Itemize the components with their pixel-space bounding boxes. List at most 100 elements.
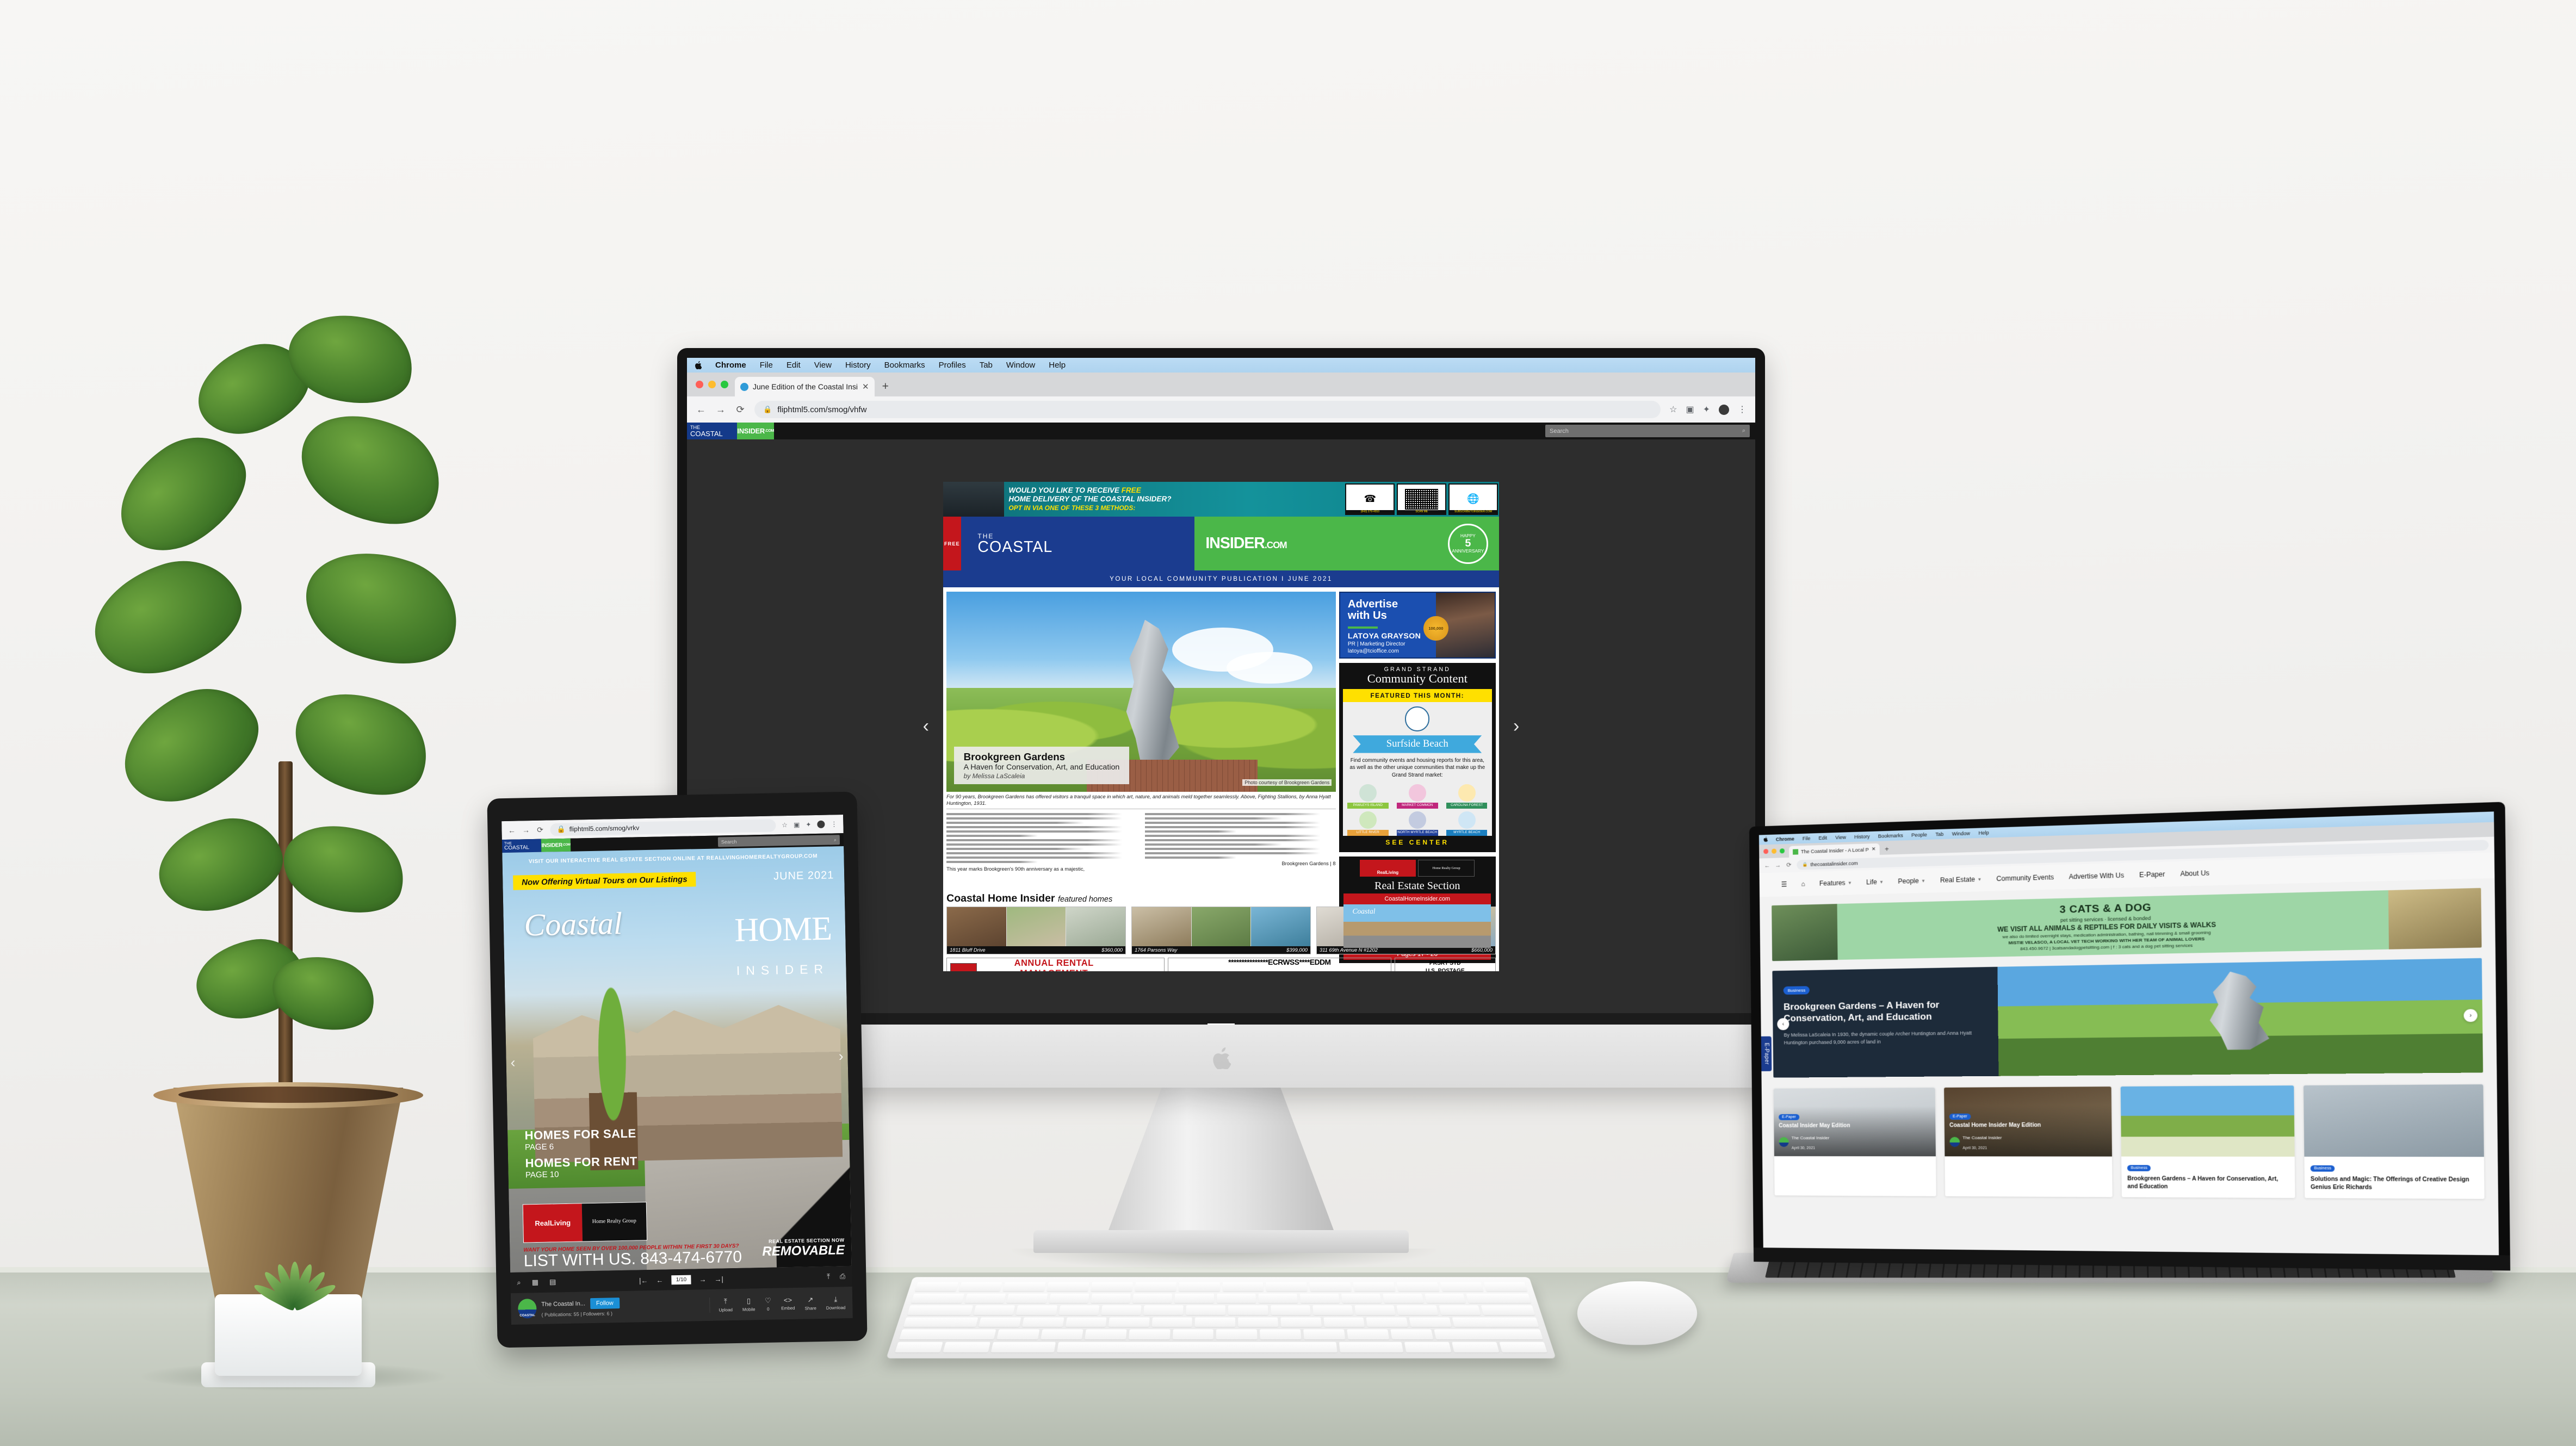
menu-item-chrome[interactable]: Chrome	[1776, 836, 1794, 842]
share-icon[interactable]: ⤒	[827, 1273, 830, 1281]
arrow-right-icon[interactable]: →	[1775, 862, 1781, 868]
card-category[interactable]: Business	[2310, 1165, 2335, 1172]
apple-icon[interactable]	[695, 361, 702, 370]
nav-item-advertise-with-us[interactable]: Advertise With Us	[2069, 871, 2125, 880]
menu-item-bookmarks[interactable]: Bookmarks	[884, 361, 925, 370]
prev-page-icon[interactable]: ←	[656, 1276, 663, 1284]
nav-item-about-us[interactable]: About Us	[2180, 869, 2209, 878]
search-icon[interactable]: ⌕	[1742, 427, 1745, 435]
print-icon[interactable]: ⎙	[840, 1272, 846, 1281]
arrow-left-icon[interactable]: ←	[696, 404, 707, 415]
close-icon[interactable]: ✕	[1872, 846, 1876, 852]
avatar-icon[interactable]	[1719, 404, 1729, 415]
star-icon[interactable]: ☆	[782, 821, 788, 829]
menu-item-view[interactable]: View	[814, 361, 832, 370]
menu-item-people[interactable]: People	[1911, 832, 1927, 838]
search-icon[interactable]: ⌕	[834, 837, 837, 843]
next-page-arrow[interactable]: ›	[1499, 716, 1533, 737]
pet-sitting-banner-ad[interactable]: 3 CATS & A DOG pet sitting services · li…	[1772, 888, 2482, 961]
thumbnails-icon[interactable]: ▦	[532, 1278, 539, 1287]
window-controls[interactable]	[695, 373, 735, 396]
community-tag-item[interactable]: MYRTLE BEACH	[1446, 811, 1488, 836]
upload-action[interactable]: ⤒ Upload	[719, 1297, 733, 1312]
hamburger-icon[interactable]: ☰	[1781, 880, 1787, 888]
first-page-icon[interactable]: |←	[639, 1276, 648, 1284]
camera-icon[interactable]: ▣	[1686, 404, 1694, 415]
reload-icon[interactable]: ⟳	[536, 825, 544, 834]
star-icon[interactable]: ☆	[1669, 404, 1677, 415]
minimize-window-button[interactable]	[708, 381, 716, 388]
menu-item-file[interactable]: File	[760, 361, 773, 370]
search-input[interactable]: Search ⌕	[1545, 425, 1750, 437]
coastal-insider-logo[interactable]: THE COASTAL INSIDER .COM	[687, 423, 774, 439]
puzzle-icon[interactable]: ✦	[1703, 404, 1710, 415]
arrow-left-icon[interactable]: ←	[1764, 862, 1770, 868]
tablet-next-arrow[interactable]: ›	[839, 1048, 844, 1065]
close-window-button[interactable]	[1763, 849, 1769, 854]
account-avatar[interactable]: COASTAL	[518, 1299, 537, 1319]
browser-tab[interactable]: June Edition of the Coastal Insi ✕	[735, 377, 875, 396]
tablet-address-bar[interactable]: 🔒 fliphtml5.com/smog/vrkv	[550, 818, 776, 836]
menu-item-help[interactable]: Help	[1049, 361, 1066, 370]
community-tag-item[interactable]: CAROLINA FOREST	[1446, 784, 1488, 809]
menu-item-help[interactable]: Help	[1978, 830, 1989, 836]
community-tag-item[interactable]: LITTLE RIVER	[1347, 811, 1389, 836]
arrow-right-icon[interactable]: →	[715, 404, 726, 415]
community-tag-item[interactable]: MARKET COMMON	[1397, 784, 1438, 809]
menu-item-edit[interactable]: Edit	[1818, 835, 1827, 841]
avatar-icon[interactable]	[817, 820, 825, 828]
kebab-menu-icon[interactable]: ⋮	[831, 820, 837, 828]
real-estate-section-ad[interactable]: RealLiving Home Realty Group Real Estate…	[1339, 857, 1496, 963]
like-action[interactable]: ♡ 0	[765, 1296, 771, 1312]
menu-item-edit[interactable]: Edit	[787, 361, 801, 370]
plus-icon[interactable]: +	[1880, 845, 1894, 855]
coastal-insider-logo[interactable]: THE COASTAL INSIDER .COM	[501, 838, 571, 853]
featured-home-card[interactable]: 1764 Parsons Way $399,000	[1131, 906, 1311, 954]
address-bar[interactable]: 🔒 fliphtml5.com/smog/vhfw	[754, 401, 1661, 418]
close-window-button[interactable]	[696, 381, 703, 388]
menu-item-file[interactable]: File	[1803, 836, 1811, 842]
reload-icon[interactable]: ⟳	[735, 404, 746, 415]
share-action[interactable]: ↗ Share	[804, 1295, 816, 1311]
menu-item-history[interactable]: History	[1854, 834, 1870, 840]
epaper-card[interactable]: E-Paper Coastal Insider May Edition The …	[1773, 1087, 1936, 1196]
kebab-menu-icon[interactable]: ⋮	[1738, 404, 1747, 415]
menu-item-history[interactable]: History	[845, 361, 871, 370]
prev-page-arrow[interactable]: ‹	[909, 716, 943, 737]
menu-item-bookmarks[interactable]: Bookmarks	[1878, 833, 1903, 839]
rental-management-ad[interactable]: RealLiving Home Realty Group ANNUAL RENT…	[946, 958, 1165, 971]
chevron-left-icon[interactable]: ‹	[1777, 1018, 1789, 1031]
mobile-action[interactable]: ▯ Mobile	[742, 1296, 756, 1312]
community-tag-item[interactable]: PAWLEYS ISLAND	[1347, 784, 1389, 809]
tablet-prev-arrow[interactable]: ‹	[510, 1054, 515, 1071]
article-card[interactable]: Business Solutions and Magic: The Offeri…	[2303, 1084, 2485, 1199]
bookmark-icon[interactable]: ▤	[549, 1277, 556, 1286]
close-icon[interactable]: ✕	[862, 382, 869, 392]
featured-home-card[interactable]: 1811 Bluff Drive $360,000	[946, 906, 1126, 954]
zoom-icon[interactable]: ⌕	[517, 1279, 521, 1287]
menu-item-window[interactable]: Window	[1006, 361, 1035, 370]
nav-item-life[interactable]: Life ▼	[1866, 878, 1884, 886]
minimize-window-button[interactable]	[1772, 848, 1777, 854]
camera-icon[interactable]: ▣	[794, 821, 800, 829]
epaper-side-tab[interactable]: E-Paper	[1761, 1036, 1772, 1072]
tablet-page-indicator[interactable]: 1/10	[671, 1275, 691, 1284]
next-page-icon[interactable]: →	[699, 1275, 706, 1283]
arrow-left-icon[interactable]: ←	[507, 826, 516, 835]
community-tag-item[interactable]: NORTH MYRTLE BEACH	[1397, 811, 1438, 836]
plus-icon[interactable]: +	[875, 380, 896, 396]
menu-item-profiles[interactable]: Profiles	[939, 361, 966, 370]
nav-item-community-events[interactable]: Community Events	[1996, 873, 2054, 883]
community-content-ad[interactable]: GRAND STRAND Community Content FEATURED …	[1339, 662, 1496, 853]
card-category[interactable]: Business	[2127, 1165, 2151, 1171]
menu-item-window[interactable]: Window	[1952, 830, 1970, 836]
apple-icon[interactable]	[1763, 836, 1768, 843]
menu-item-view[interactable]: View	[1835, 834, 1846, 840]
menu-item-tab[interactable]: Tab	[980, 361, 993, 370]
maximize-window-button[interactable]	[721, 381, 728, 388]
last-page-icon[interactable]: →|	[714, 1275, 723, 1283]
menu-item-tab[interactable]: Tab	[1935, 831, 1943, 837]
article-card[interactable]: Business Brookgreen Gardens – A Haven fo…	[2120, 1085, 2295, 1198]
embed-action[interactable]: <> Embed	[781, 1296, 795, 1311]
reload-icon[interactable]: ⟳	[1786, 861, 1792, 868]
